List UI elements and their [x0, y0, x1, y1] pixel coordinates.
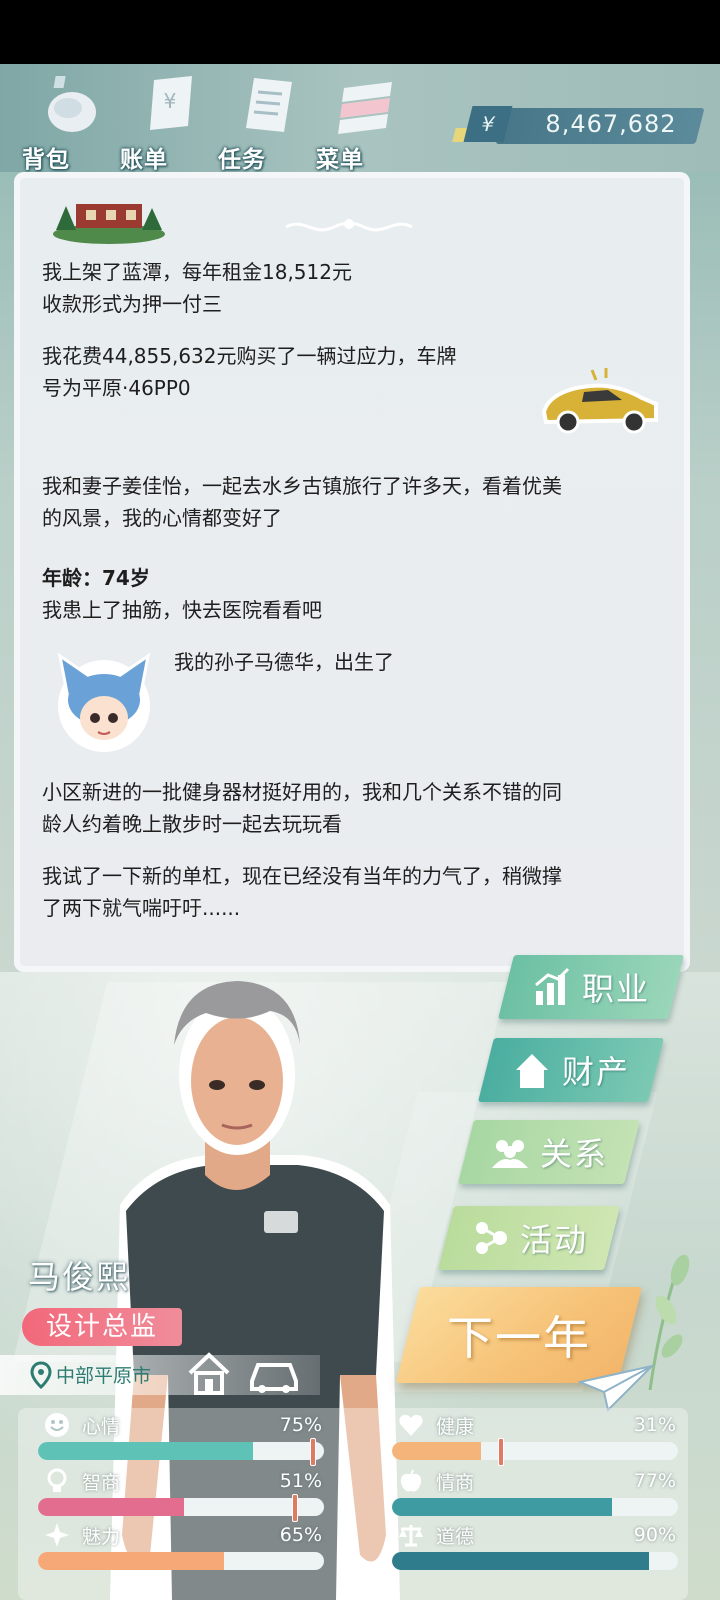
vehicle-icon[interactable]: [246, 1355, 302, 1395]
career-label: 职业: [581, 970, 650, 1008]
stat-bar-fill: [392, 1442, 481, 1460]
stat-morality: 道德 90%: [390, 1520, 680, 1574]
smile-icon: [45, 1413, 69, 1437]
lightbulb-icon: [47, 1468, 67, 1492]
paper-plane-icon: [578, 1364, 654, 1412]
stat-bar-track: [38, 1552, 324, 1570]
home-icon[interactable]: [186, 1351, 232, 1395]
log-entry: 我花费44,855,632元购买了一辆过应力，车牌 号为平原·46PP0: [42, 344, 457, 400]
log-entry: 年龄：74岁 我患上了抽筋，快去医院看看吧: [42, 566, 322, 622]
scales-icon: [399, 1525, 423, 1547]
money-display: ¥ 8,467,682: [452, 106, 705, 148]
stat-bar-fill: [38, 1552, 224, 1570]
bill-icon: ¥: [150, 76, 192, 130]
stat-percent: 65%: [279, 1524, 322, 1546]
stat-bar-track: [38, 1442, 324, 1460]
backpack-button[interactable]: 背包: [22, 74, 102, 173]
stat-bar-track: [392, 1442, 678, 1460]
stat-health: 健康 31%: [390, 1410, 680, 1466]
activities-icon: [475, 1222, 507, 1254]
stat-bar-track: [38, 1498, 324, 1516]
stat-percent: 75%: [279, 1414, 322, 1436]
sparkle-icon: [45, 1523, 69, 1547]
stat-label: 智商: [82, 1472, 121, 1494]
stat-charm: 魅力 65%: [36, 1520, 326, 1574]
property-button[interactable]: 财产: [478, 1038, 664, 1102]
apple-icon: [400, 1469, 422, 1492]
location-text: 中部平原市: [56, 1365, 152, 1387]
ornament-divider: [285, 219, 413, 232]
backpack-icon: [48, 76, 96, 132]
career-button[interactable]: 职业: [498, 955, 684, 1019]
job-badge: 设计总监: [22, 1308, 182, 1346]
stat-threshold-marker: [292, 1494, 298, 1522]
stat-bar-track: [392, 1498, 678, 1516]
stat-bar-track: [392, 1552, 678, 1570]
property-house-icon: [515, 1054, 548, 1088]
money-value: 8,467,682: [545, 110, 677, 138]
task-label: 任务: [218, 147, 266, 173]
stat-label: 心情: [82, 1416, 121, 1438]
stat-bar-fill: [38, 1498, 184, 1516]
log-entry: 小区新进的一批健身器材挺好用的，我和几个关系不错的同 龄人约着晚上散步时一起去玩玩…: [42, 780, 562, 836]
menu-button[interactable]: 菜单: [316, 74, 396, 173]
stat-label: 魅力: [82, 1526, 121, 1548]
log-entry: 我的孙子马德华，出生了: [174, 650, 394, 674]
life-log-panel[interactable]: 我上架了蓝潭，每年租金18,512元 收款形式为押一付三 我花费44,855,63…: [14, 172, 690, 972]
stat-mood: 心情 75%: [36, 1410, 326, 1466]
stat-label: 道德: [436, 1526, 475, 1548]
log-entry: 我和妻子姜佳怡，一起去水乡古镇旅行了许多天，看着优美 的风景，我的心情都变好了: [42, 474, 562, 530]
bill-button[interactable]: ¥ 账单: [120, 74, 200, 173]
relations-label: 关系: [539, 1135, 608, 1173]
stat-bar-fill: [392, 1498, 613, 1516]
property-label: 财产: [561, 1053, 630, 1091]
bill-label: 账单: [120, 147, 168, 173]
location-pin-icon: [30, 1361, 52, 1389]
career-chart-icon: [535, 967, 570, 1005]
top-toolbar: 背包 ¥ 账单 任务 菜单 ¥ 8,467,682: [0, 64, 720, 173]
stat-iq: 智商 51%: [36, 1466, 326, 1522]
log-entry: 我试了一下新的单杠，现在已经没有当年的力气了，稍微撑 了两下就气喘吁吁......: [42, 864, 562, 920]
stat-threshold-marker: [310, 1438, 316, 1466]
grandchild-avatar: [57, 652, 151, 752]
heart-icon: [399, 1414, 423, 1436]
stat-bar-fill: [392, 1552, 650, 1570]
activities-button[interactable]: 活动: [438, 1206, 620, 1270]
stat-label: 健康: [436, 1416, 475, 1438]
stat-threshold-marker: [498, 1438, 504, 1466]
task-button[interactable]: 任务: [218, 74, 298, 173]
stat-eq: 情商 77%: [390, 1466, 680, 1520]
stat-percent: 31%: [633, 1414, 676, 1436]
location-bar: 中部平原市: [0, 1352, 320, 1395]
stat-percent: 51%: [279, 1470, 322, 1492]
svg-text:¥: ¥: [164, 89, 177, 113]
stat-percent: 90%: [633, 1524, 676, 1546]
stat-label: 情商: [436, 1472, 475, 1494]
house-icon: [53, 204, 165, 244]
stat-bar-fill: [38, 1442, 253, 1460]
character-name: 马俊熙: [28, 1258, 131, 1296]
car-icon: [541, 368, 658, 434]
relations-button[interactable]: 关系: [458, 1120, 640, 1184]
menu-label: 菜单: [316, 147, 364, 173]
status-bar: [0, 0, 720, 64]
menu-icon: [338, 82, 392, 134]
relations-people-icon: [491, 1140, 528, 1168]
activities-label: 活动: [519, 1221, 588, 1259]
stats-panel: 心情 75% 健康 31% 智商 51% 情商 77% 魅力 65% 道德 90…: [18, 1408, 688, 1600]
task-icon: [246, 78, 292, 132]
stat-percent: 77%: [633, 1470, 676, 1492]
backpack-label: 背包: [22, 147, 70, 173]
log-entry: 我上架了蓝潭，每年租金18,512元 收款形式为押一付三: [42, 260, 352, 316]
